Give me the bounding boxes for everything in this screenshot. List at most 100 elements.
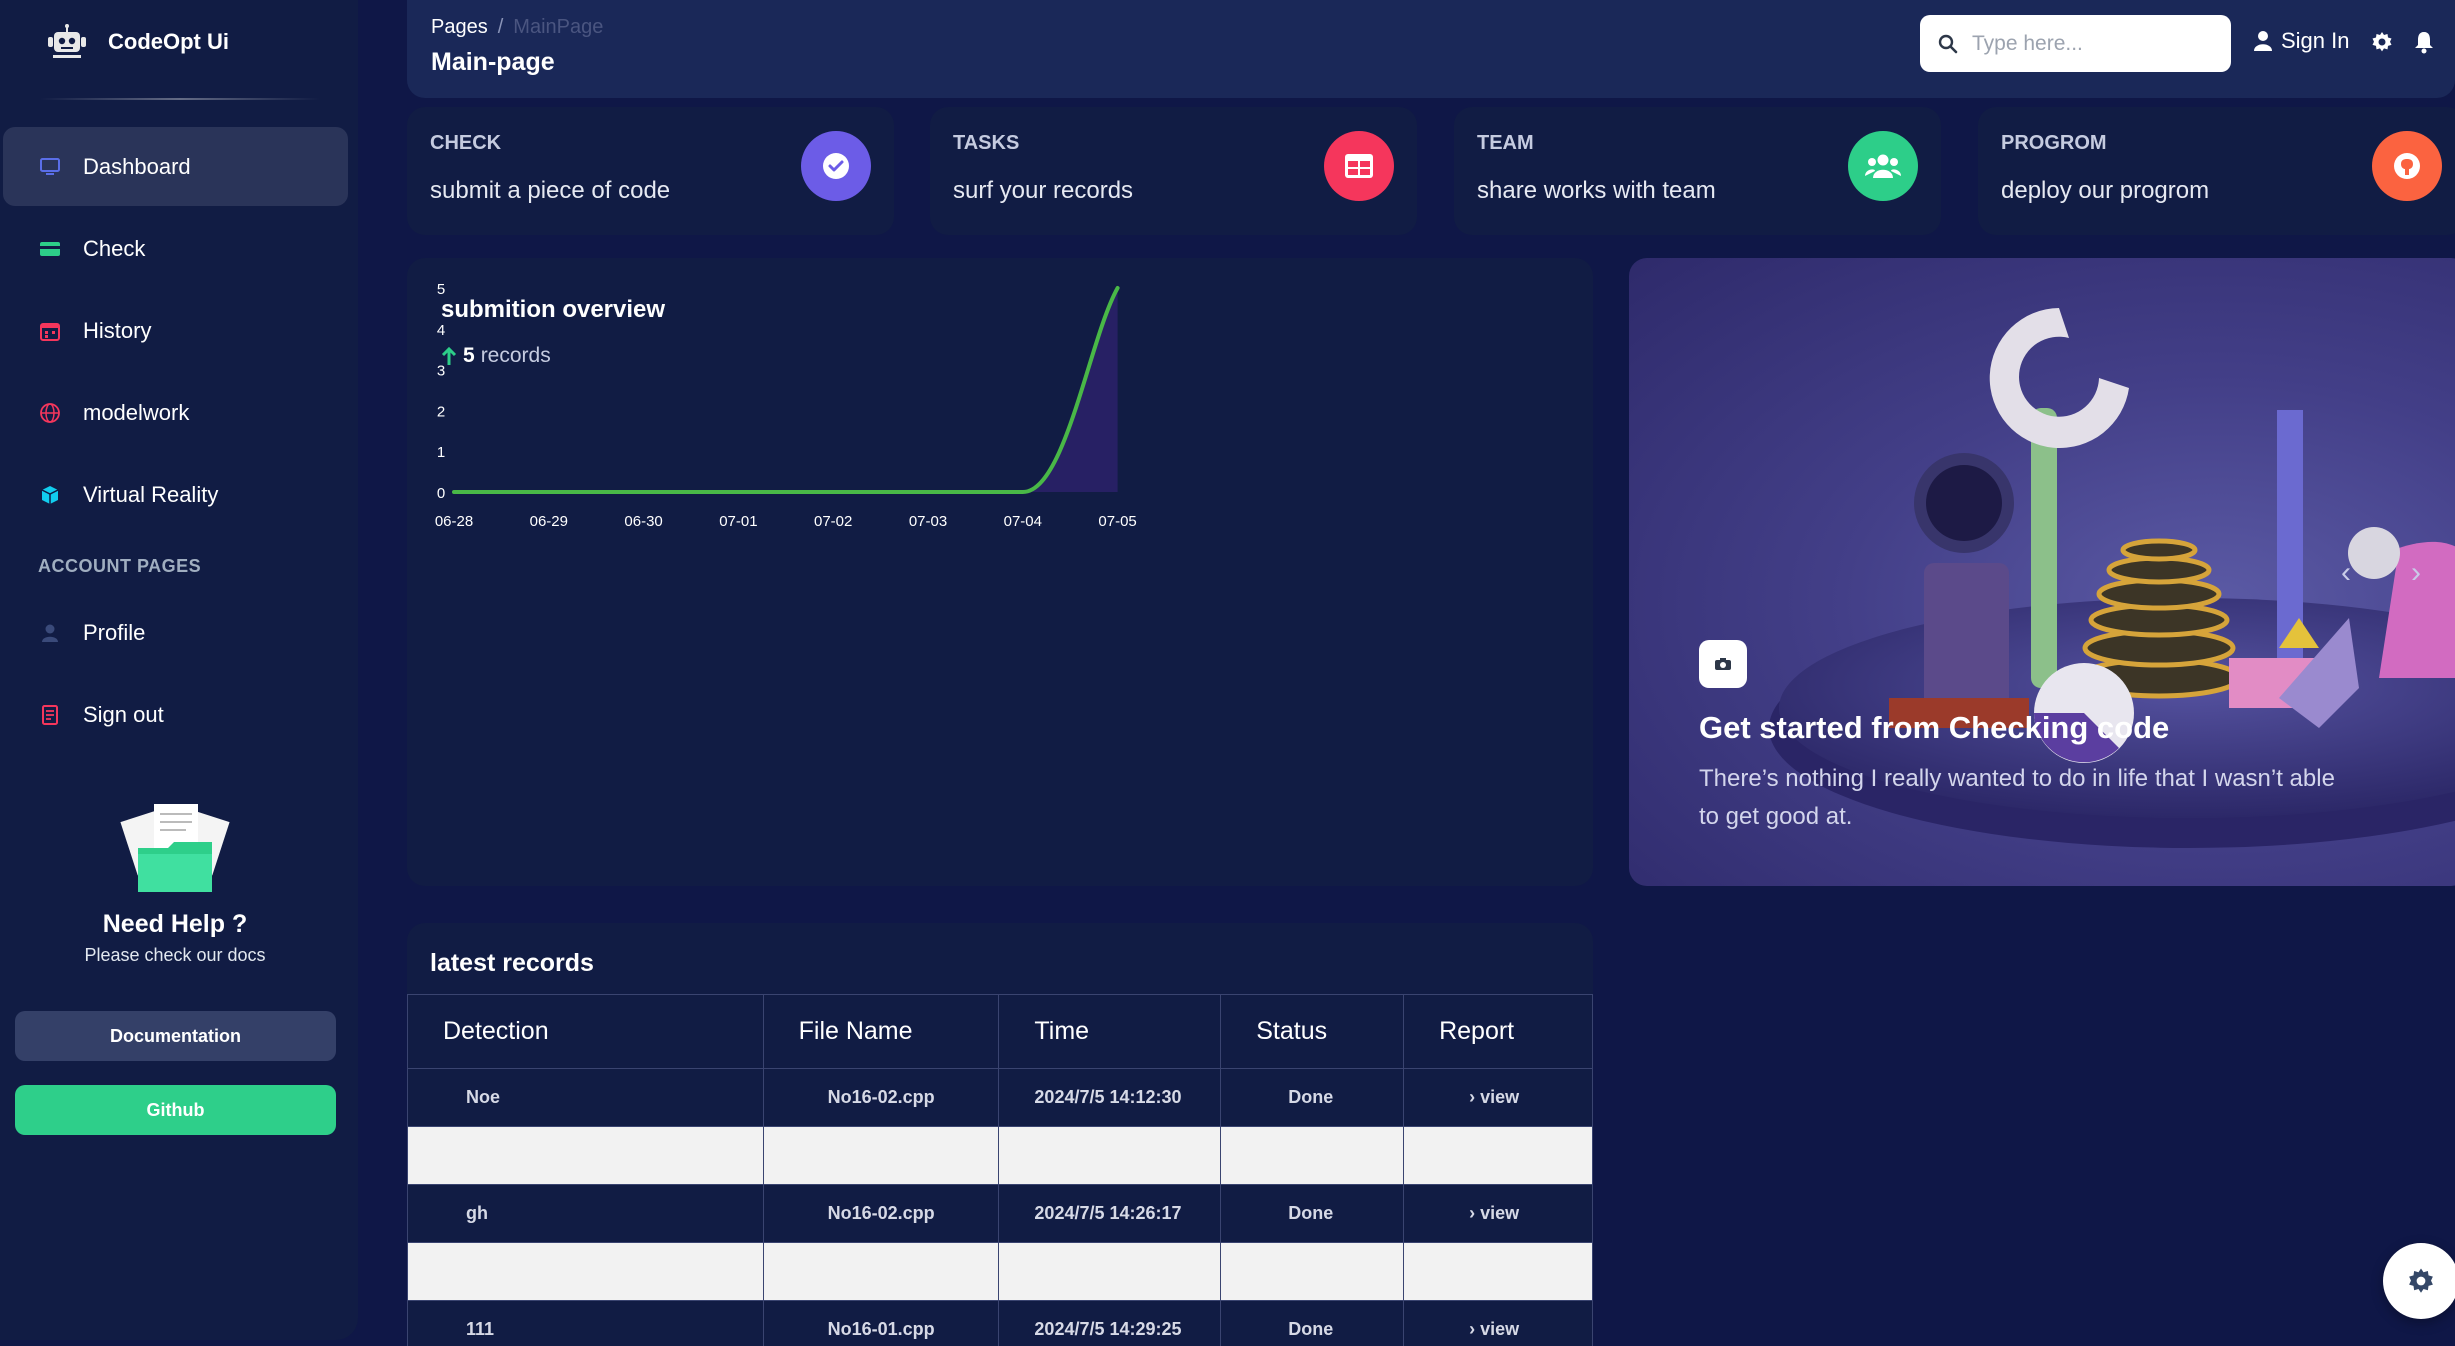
sidebar-item-label: Dashboard	[83, 153, 191, 179]
table-row: gh No16-02.cpp 2024/7/5 14:26:17 Done › view	[407, 1184, 1593, 1243]
x-tick-label: 06-29	[530, 513, 568, 530]
sidebar-item-history[interactable]: History	[3, 291, 348, 370]
help-panel: Need Help ? Please check our docs	[40, 800, 310, 966]
gear-icon[interactable]	[2370, 30, 2394, 54]
sidebar-item-dashboard[interactable]: Dashboard	[3, 127, 348, 206]
sidebar-item-label: modelwork	[83, 399, 190, 425]
document-icon	[42, 704, 58, 725]
credit-card-icon	[40, 241, 60, 256]
github-icon	[2372, 131, 2442, 201]
breadcrumb-root[interactable]: Pages	[431, 16, 488, 38]
submission-line-chart: 0 1 2 3 4 5 06-28 06-29 06-30 07-01 07-02 07-03 07-0…	[435, 281, 1137, 530]
report-cell[interactable]: › view	[1403, 1126, 1593, 1185]
view-report-link[interactable]: › view	[1469, 1087, 1519, 1107]
carousel-next-button[interactable]: ›	[2411, 556, 2421, 590]
bell-icon[interactable]	[2412, 30, 2436, 54]
breadcrumb: Pages / MainPage	[431, 16, 603, 39]
status-cell: Done	[1220, 1242, 1405, 1301]
github-button[interactable]: Github	[15, 1085, 336, 1135]
breadcrumb-separator: /	[497, 16, 504, 38]
hero-text: There’s nothing I really wanted to do in…	[1699, 765, 2335, 830]
sidebar-item-label: History	[83, 317, 152, 343]
table-row: Noe No16-02.cpp 2024/7/5 14:12:30 Done › vie…	[407, 1068, 1593, 1127]
chevron-right-icon: ›	[1469, 1087, 1481, 1107]
time-cell: 2024/7/5 14:23:22	[998, 1126, 1222, 1185]
brand[interactable]: CodeOpt Ui	[44, 24, 229, 60]
x-tick-label: 07-01	[719, 513, 757, 530]
carousel-prev-button[interactable]: ‹	[2341, 556, 2351, 590]
y-tick-label: 1	[437, 444, 445, 461]
records-table: Detection File Name Time Status Report N…	[407, 994, 1593, 1346]
time-cell: 2024/7/5 14:26:17	[998, 1184, 1222, 1243]
x-tick-label: 07-02	[814, 513, 852, 530]
table-row: 111 No16-01.cpp 2024/7/5 14:29:25 Done › vie…	[407, 1300, 1593, 1346]
stat-desc: surf your records	[953, 177, 1134, 204]
sidebar-item-modelwork[interactable]: modelwork	[3, 373, 348, 452]
view-label: view	[1480, 1145, 1520, 1165]
sign-in-link[interactable]: Sign In	[2253, 28, 2350, 54]
sidebar: CodeOpt Ui Dashboard Check History model…	[0, 0, 358, 1340]
sidebar-item-label: Virtual Reality	[83, 481, 219, 507]
stat-card-progrom[interactable]: PROGROM deploy our progrom	[1978, 107, 2455, 235]
column-header: Time	[998, 994, 1222, 1069]
table-title: latest records	[430, 949, 594, 977]
column-header: Report	[1403, 994, 1593, 1069]
status-cell: Done	[1220, 1126, 1405, 1185]
view-report-link[interactable]: › view	[1469, 1145, 1519, 1165]
sidebar-item-label: Sign out	[83, 701, 164, 727]
stat-card-tasks[interactable]: TASKS surf your records	[930, 107, 1417, 235]
globe-icon	[40, 402, 60, 423]
stat-title: CHECK	[430, 132, 502, 154]
detection-cell: 1	[407, 1242, 764, 1301]
time-cell: 2024/7/5 14:29:25	[998, 1300, 1222, 1346]
detection-cell: Noe	[407, 1068, 764, 1127]
sidebar-item-label: Profile	[83, 619, 146, 645]
stat-desc: share works with team	[1477, 177, 1716, 204]
sidebar-item-check[interactable]: Check	[3, 209, 348, 288]
section-title-account-pages: ACCOUNT PAGES	[38, 556, 202, 576]
sidebar-item-profile[interactable]: Profile	[3, 593, 348, 672]
status-cell: Done	[1220, 1068, 1405, 1127]
breadcrumb-current: MainPage	[513, 16, 604, 38]
status-cell: Done	[1220, 1184, 1405, 1243]
documentation-button[interactable]: Documentation	[15, 1011, 336, 1061]
settings-fab-button[interactable]	[2383, 1243, 2455, 1319]
table-header-row: Detection File Name Time Status Report	[407, 994, 1593, 1069]
detection-cell: 111	[407, 1300, 764, 1346]
table-row: 1 No16-02.cpp 2024/7/5 14:27:37 Done › view	[407, 1242, 1593, 1301]
report-cell[interactable]: › view	[1403, 1242, 1593, 1301]
report-cell[interactable]: › view	[1403, 1184, 1593, 1243]
y-tick-label: 0	[437, 485, 445, 502]
folder-docs-illustration	[120, 804, 230, 892]
detection-cell: gh	[407, 1184, 764, 1243]
y-tick-label: 4	[437, 322, 445, 339]
sidebar-nav: Dashboard Check History modelwork Virtua…	[3, 127, 348, 537]
search-input[interactable]	[1972, 31, 2212, 56]
robot-logo-icon	[48, 24, 86, 58]
x-tick-label: 07-04	[1004, 513, 1042, 530]
report-cell[interactable]: › view	[1403, 1300, 1593, 1346]
column-header: Status	[1220, 994, 1405, 1069]
view-report-link[interactable]: › view	[1469, 1261, 1519, 1281]
hero-carousel: ‹ › Get started from Checking code There…	[1629, 258, 2455, 886]
view-report-link[interactable]: › view	[1469, 1319, 1519, 1339]
time-cell: 2024/7/5 14:27:37	[998, 1242, 1222, 1301]
file-name-cell: No16-02.cpp	[762, 1242, 1000, 1301]
column-header: File Name	[762, 994, 1000, 1069]
sidebar-item-virtual-reality[interactable]: Virtual Reality	[3, 455, 348, 534]
search-icon	[1938, 34, 1958, 53]
gear-icon	[2409, 1268, 2433, 1293]
stat-card-team[interactable]: TEAM share works with team	[1454, 107, 1941, 235]
series-area	[454, 288, 1118, 492]
file-name-cell: No16-02.cpp	[762, 1068, 1000, 1127]
search-box[interactable]	[1920, 15, 2231, 72]
chevron-right-icon: ›	[1469, 1261, 1481, 1281]
sidebar-item-label: Check	[83, 235, 146, 261]
sidebar-item-sign-out[interactable]: Sign out	[3, 675, 348, 754]
user-icon	[2254, 31, 2272, 51]
stat-card-check[interactable]: CHECK submit a piece of code	[407, 107, 894, 235]
view-label: view	[1480, 1203, 1520, 1223]
y-tick-label: 3	[437, 363, 445, 380]
report-cell[interactable]: › view	[1403, 1068, 1593, 1127]
view-report-link[interactable]: › view	[1469, 1203, 1519, 1223]
